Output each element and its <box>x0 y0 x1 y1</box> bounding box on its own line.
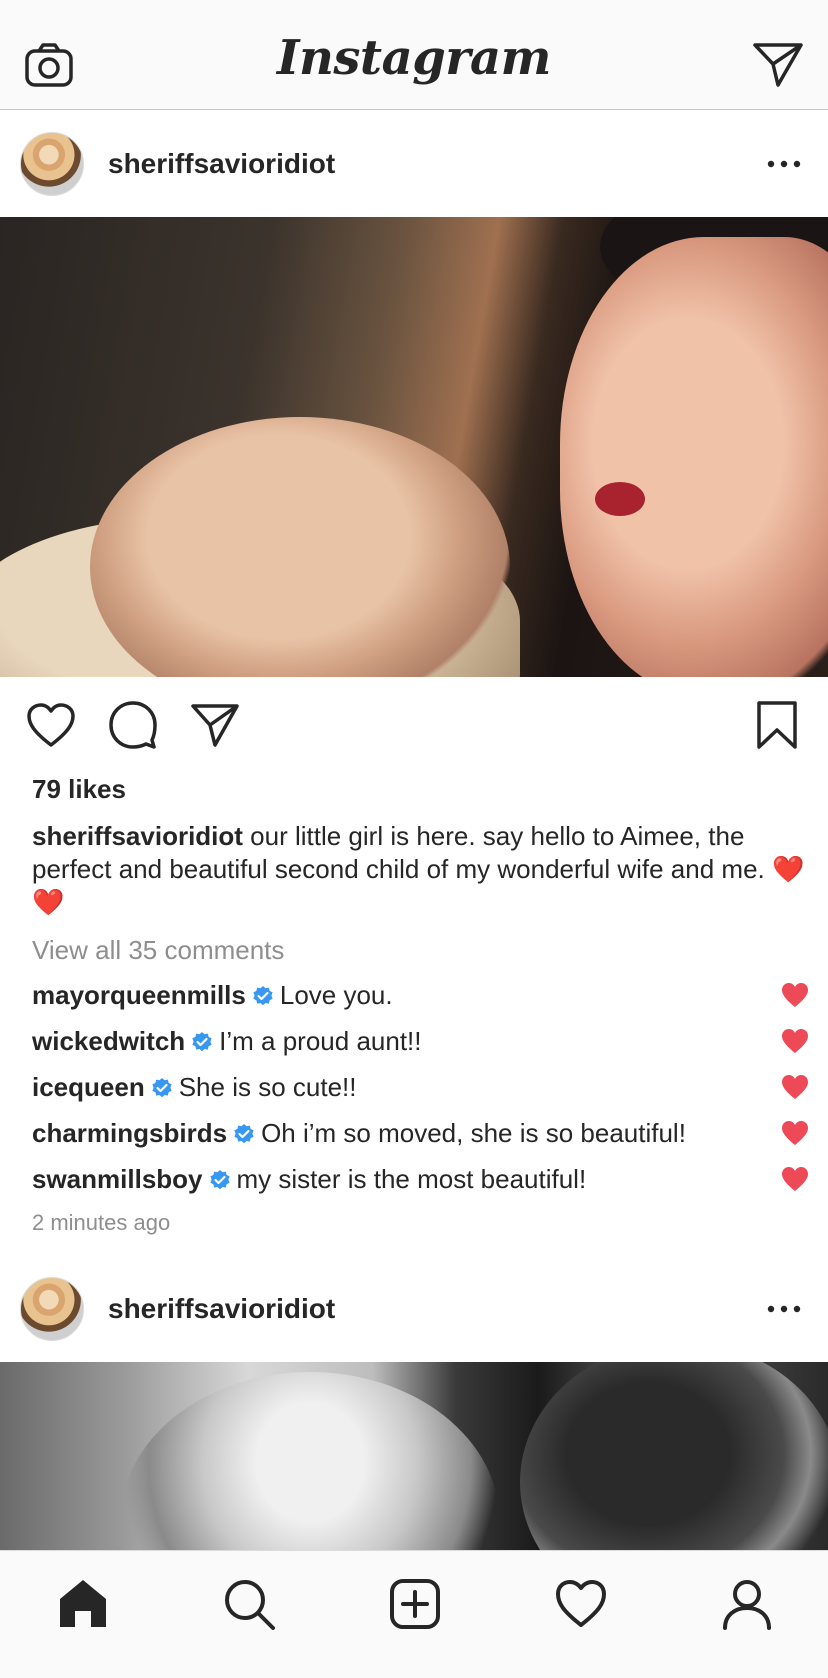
share-icon[interactable] <box>190 702 240 748</box>
comment-text: Oh i’m so moved, she is so beautiful! <box>261 1118 686 1148</box>
comment-icon[interactable] <box>108 700 158 750</box>
more-options-icon[interactable] <box>766 149 802 179</box>
photo-baby <box>90 417 510 677</box>
post-caption: sheriffsavioridiot our little girl is he… <box>32 820 812 919</box>
comment-text: my sister is the most beautiful! <box>236 1164 587 1194</box>
post-timestamp: 2 minutes ago <box>32 1210 171 1235</box>
home-icon[interactable] <box>56 1577 110 1631</box>
comment-row: mayorqueenmills Love you. <box>32 975 828 1015</box>
app-logo: Instagram <box>277 30 551 86</box>
direct-message-icon[interactable] <box>752 40 804 88</box>
likes-count[interactable]: 79 likes <box>32 774 126 805</box>
top-navigation-bar: Instagram <box>0 0 828 110</box>
photo-dark-hair <box>520 1362 828 1550</box>
comment-text: She is so cute!! <box>178 1072 357 1102</box>
comment-row: wickedwitch I’m a proud aunt!! <box>32 1021 828 1061</box>
avatar[interactable] <box>20 132 84 196</box>
comment-username[interactable]: wickedwitch <box>32 1026 185 1056</box>
post-header: sheriffsavioridiot <box>0 1256 828 1362</box>
comment-like-icon[interactable] <box>781 982 809 1008</box>
verified-badge-icon <box>253 986 273 1006</box>
photo-face <box>560 237 828 677</box>
activity-heart-icon[interactable] <box>554 1577 608 1631</box>
comment-username[interactable]: charmingsbirds <box>32 1118 227 1148</box>
more-options-icon[interactable] <box>766 1294 802 1324</box>
post-username[interactable]: sheriffsavioridiot <box>108 148 335 180</box>
comment-text: I’m a proud aunt!! <box>219 1026 422 1056</box>
post-photo[interactable] <box>0 217 828 677</box>
verified-badge-icon <box>192 1032 212 1052</box>
search-icon[interactable] <box>222 1577 276 1631</box>
bottom-tab-bar <box>0 1550 828 1678</box>
verified-badge-icon <box>152 1078 172 1098</box>
comment-username[interactable]: swanmillsboy <box>32 1164 203 1194</box>
caption-username[interactable]: sheriffsavioridiot <box>32 821 243 851</box>
comment-username[interactable]: icequeen <box>32 1072 145 1102</box>
post-photo[interactable] <box>0 1362 828 1550</box>
verified-badge-icon <box>234 1124 254 1144</box>
photo-lips <box>595 482 645 516</box>
comment-like-icon[interactable] <box>781 1074 809 1100</box>
comment-like-icon[interactable] <box>781 1028 809 1054</box>
new-post-icon[interactable] <box>388 1577 442 1631</box>
like-heart-icon[interactable] <box>26 702 76 748</box>
bookmark-icon[interactable] <box>756 700 798 750</box>
comment-like-icon[interactable] <box>781 1166 809 1192</box>
verified-badge-icon <box>209 1170 230 1190</box>
photo-blonde-hair <box>120 1372 500 1550</box>
post-username[interactable]: sheriffsavioridiot <box>108 1293 335 1325</box>
profile-icon[interactable] <box>720 1577 774 1631</box>
post-header: sheriffsavioridiot <box>0 111 828 217</box>
comment-username[interactable]: mayorqueenmills <box>32 980 246 1010</box>
comment-text: Love you. <box>279 980 393 1010</box>
comment-row: charmingsbirds Oh i’m so moved, she is so… <box>32 1113 828 1153</box>
avatar[interactable] <box>20 1277 84 1341</box>
comment-row: swanmillsboy my sister is the most beauti… <box>32 1159 828 1199</box>
view-all-comments-link[interactable]: View all 35 comments <box>32 935 284 966</box>
comment-like-icon[interactable] <box>781 1120 809 1146</box>
comment-row: icequeen She is so cute!! <box>32 1067 828 1107</box>
